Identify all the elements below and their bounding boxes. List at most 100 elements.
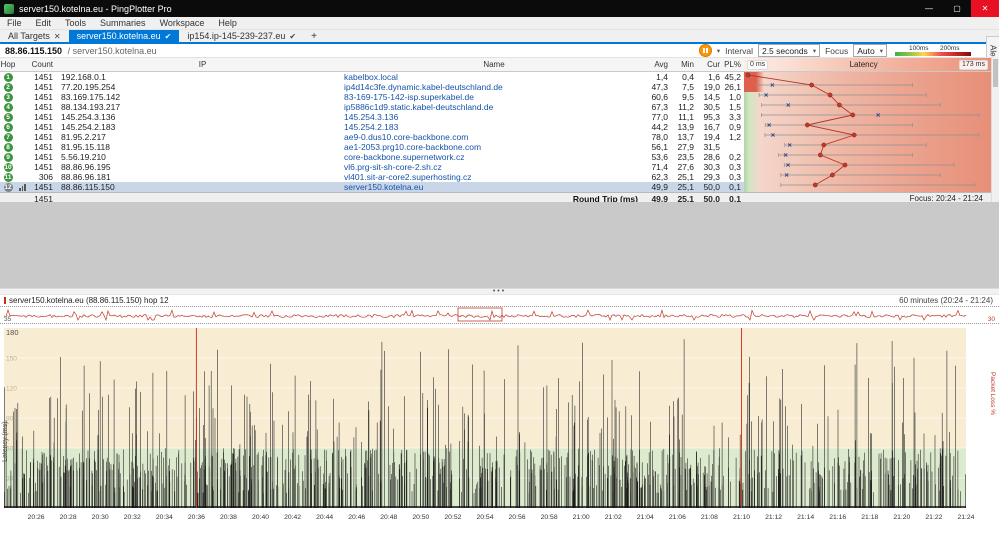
- cell-name[interactable]: server150.kotelna.eu: [344, 182, 644, 192]
- cell-name[interactable]: ae1-2053.prg10.core-backbone.com: [344, 142, 644, 152]
- scrollbar-thumb[interactable]: [993, 59, 998, 87]
- col-latency[interactable]: 0 ms Latency 173 ms: [744, 58, 991, 71]
- menu-tools[interactable]: Tools: [58, 18, 93, 28]
- time-tick: 20:42: [284, 514, 302, 521]
- table-row[interactable]: 5 1451 145.254.3.136 145.254.3.136 77,0 11,1 9…: [0, 112, 991, 123]
- col-name[interactable]: Name: [344, 58, 644, 71]
- cell-name[interactable]: vl401.sit-ar-core2.superhosting.cz: [344, 172, 644, 182]
- table-row[interactable]: 3 1451 83.169.175.142 83-169-175-142-isp.su…: [0, 92, 991, 103]
- tab-server150-kotelna-eu[interactable]: server150.kotelna.eu ✔: [68, 30, 180, 42]
- timeline-graph[interactable]: 30 60 90 120 150 180: [0, 324, 999, 512]
- col-avg[interactable]: Avg: [644, 58, 670, 71]
- table-row[interactable]: 11 306 88.86.96.181 vl401.sit-ar-core2.supe…: [0, 172, 991, 183]
- legend-100ms: 100ms: [909, 45, 929, 52]
- col-count[interactable]: Count: [16, 58, 58, 71]
- target-hostname: / server150.kotelna.eu: [67, 45, 157, 56]
- trace-run-button[interactable]: [698, 44, 712, 57]
- table-row[interactable]: 8 1451 81.95.15.118 ae1-2053.prg10.core-bac…: [0, 142, 991, 153]
- cell-name[interactable]: kabelbox.local: [344, 72, 644, 82]
- time-tick: 20:38: [219, 514, 237, 521]
- cell-avg: 67,3: [651, 102, 668, 112]
- close-icon[interactable]: ✕: [54, 32, 61, 41]
- table-row[interactable]: 2 1451 77.20.195.254 ip4d14c3fe.dynamic.kab…: [0, 82, 991, 93]
- time-tick: 21:04: [636, 514, 654, 521]
- hop-badge: 11: [3, 173, 13, 183]
- cell-pl: 0,1: [729, 182, 741, 192]
- time-tick: 20:26: [27, 514, 45, 521]
- cell-count: 1451: [34, 162, 53, 172]
- cell-ip: 83.169.175.142: [61, 92, 121, 102]
- cell-name[interactable]: 145.254.2.183: [344, 122, 644, 132]
- minimize-button[interactable]: —: [915, 0, 943, 17]
- col-min[interactable]: Min: [670, 58, 696, 71]
- table-row[interactable]: 10 1451 88.86.96.195 vl6.prg-sit-sh-core-2.…: [0, 162, 991, 173]
- time-tick: 20:30: [91, 514, 109, 521]
- time-tick: 21:10: [733, 514, 751, 521]
- table-row[interactable]: 12 1451 88.86.115.150 server150.kotelna.eu 4…: [0, 182, 991, 193]
- check-icon[interactable]: ✔: [289, 32, 296, 41]
- chevron-down-icon[interactable]: ▾: [717, 47, 720, 55]
- timeline-overview-strip[interactable]: 35 30: [0, 306, 999, 324]
- hop-badge: 12: [3, 183, 13, 193]
- app-icon: [4, 3, 14, 14]
- svg-text:150: 150: [6, 356, 17, 363]
- cell-min: 23,5: [677, 152, 694, 162]
- cell-count: 1451: [34, 92, 53, 102]
- table-row[interactable]: 7 1451 81.95.2.217 ae9-0.dus10.core-backbon…: [0, 132, 991, 143]
- menu-help[interactable]: Help: [211, 18, 244, 28]
- cell-cur: 16,7: [703, 122, 720, 132]
- close-button[interactable]: ✕: [971, 0, 999, 17]
- time-tick: 20:28: [59, 514, 77, 521]
- tab-all-targets[interactable]: All Targets ✕: [0, 30, 69, 42]
- cell-latency: [744, 82, 991, 92]
- cell-latency: [744, 72, 991, 82]
- table-scrollbar[interactable]: [991, 57, 999, 202]
- cell-pl: 1,0: [729, 92, 741, 102]
- table-row[interactable]: 9 1451 5.56.19.210 core-backbone.supernetwo…: [0, 152, 991, 163]
- cell-pl: 1,5: [729, 102, 741, 112]
- table-row[interactable]: 1 1451 192.168.0.1 kabelbox.local 1,4 0,4 1,6 4…: [0, 72, 991, 83]
- table-row[interactable]: 4 1451 88.134.193.217 ip5886c1d9.static.kab…: [0, 102, 991, 113]
- target-header: 88.86.115.150 / server150.kotelna.eu ▾ I…: [0, 44, 999, 57]
- cell-name[interactable]: vl6.prg-sit-sh-core-2.sh.cz: [344, 162, 644, 172]
- cell-min: 9,5: [682, 92, 694, 102]
- cell-count: 1451: [34, 132, 53, 142]
- menu-workspace[interactable]: Workspace: [153, 18, 212, 28]
- cell-name[interactable]: ip5886c1d9.static.kabel-deutschland.de: [344, 102, 644, 112]
- maximize-button[interactable]: ▢: [943, 0, 971, 17]
- check-icon[interactable]: ✔: [165, 32, 172, 41]
- time-axis: 20:26 20:28 20:30 20:32 20:34 20:36 20:38 20:40…: [0, 512, 999, 524]
- cell-name[interactable]: ip4d14c3fe.dynamic.kabel-deutschland.de: [344, 82, 644, 92]
- menu-file[interactable]: File: [0, 18, 29, 28]
- cell-cur: 19,0: [703, 82, 720, 92]
- focus-label: Focus: [825, 45, 849, 56]
- menu-edit[interactable]: Edit: [29, 18, 59, 28]
- cell-ip: 5.56.19.210: [61, 152, 106, 162]
- col-hop[interactable]: Hop: [0, 58, 16, 71]
- cell-name[interactable]: ae9-0.dus10.core-backbone.com: [344, 132, 644, 142]
- cell-min: 0,4: [682, 72, 694, 82]
- splitter-handle[interactable]: •••: [0, 288, 999, 295]
- cell-name[interactable]: 83-169-175-142-isp.superkabel.de: [344, 92, 644, 102]
- cell-cur: 19,4: [703, 132, 720, 142]
- cell-pl: 3,3: [729, 112, 741, 122]
- cell-ip: 145.254.3.136: [61, 112, 116, 122]
- add-target-button[interactable]: +: [304, 30, 324, 42]
- cell-pl: 0,3: [729, 162, 741, 172]
- tab-ip154-ip-145-239-237-eu[interactable]: ip154.ip-145-239-237.eu ✔: [179, 30, 304, 42]
- menu-summaries[interactable]: Summaries: [93, 18, 153, 28]
- time-tick: 20:46: [348, 514, 366, 521]
- cell-name[interactable]: 145.254.3.136: [344, 112, 644, 122]
- col-ip[interactable]: IP: [58, 58, 344, 71]
- y2-axis-label: Packet Loss %: [989, 372, 996, 415]
- col-pl[interactable]: PL%: [722, 58, 744, 71]
- col-cur[interactable]: Cur: [696, 58, 722, 71]
- cell-latency: [744, 182, 991, 192]
- hop-badge: 2: [0, 82, 16, 93]
- interval-select[interactable]: 2.5 seconds ▾: [757, 44, 821, 57]
- cell-name[interactable]: core-backbone.supernetwork.cz: [344, 152, 644, 162]
- hop-badge: 5: [0, 112, 16, 123]
- hop-badge: 7: [0, 132, 16, 143]
- table-row[interactable]: 6 1451 145.254.2.183 145.254.2.183 44,2 13,9 1…: [0, 122, 991, 133]
- focus-select[interactable]: Auto ▾: [853, 44, 887, 57]
